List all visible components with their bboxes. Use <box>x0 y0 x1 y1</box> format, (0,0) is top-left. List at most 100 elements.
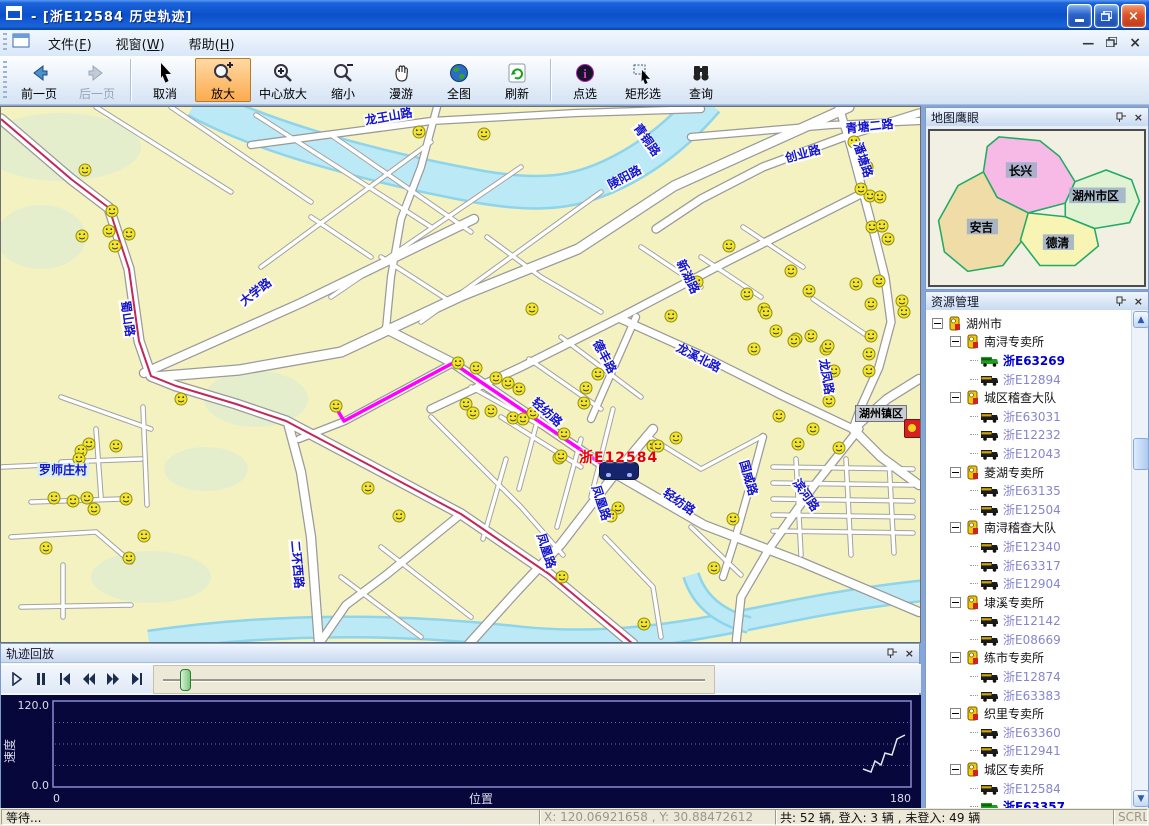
map-marker[interactable] <box>822 340 834 352</box>
tree-vehicle-浙E63357[interactable]: 浙E63357 <box>926 797 1132 808</box>
map-marker[interactable] <box>882 233 894 245</box>
map-marker[interactable] <box>79 164 91 176</box>
map-marker[interactable] <box>413 126 425 138</box>
map-marker[interactable] <box>805 330 817 342</box>
map-marker[interactable] <box>106 205 118 217</box>
tree-vehicle-浙E63360[interactable]: 浙E63360 <box>926 723 1132 742</box>
map-marker[interactable] <box>876 220 888 232</box>
map-marker[interactable] <box>855 183 867 195</box>
map-marker[interactable] <box>823 395 835 407</box>
map-marker[interactable] <box>760 307 772 319</box>
map-marker[interactable] <box>863 365 875 377</box>
minimize-button[interactable] <box>1067 4 1092 28</box>
tree-vehicle-浙E12340[interactable]: 浙E12340 <box>926 537 1132 556</box>
tree-group-城区稽查大队[interactable]: 城区稽查大队 <box>926 388 1132 407</box>
map-marker[interactable] <box>120 493 132 505</box>
map-marker[interactable] <box>638 618 650 630</box>
toolbar-button-arrow-left[interactable]: 前一页 <box>11 58 67 102</box>
tree-vehicle-浙E63383[interactable]: 浙E63383 <box>926 686 1132 705</box>
expand-icon[interactable] <box>950 467 961 478</box>
tree-vehicle-浙E08669[interactable]: 浙E08669 <box>926 630 1132 649</box>
playback-fast-forward-button[interactable] <box>102 666 124 691</box>
map-marker[interactable] <box>393 510 405 522</box>
tree-vehicle-浙E12142[interactable]: 浙E12142 <box>926 612 1132 631</box>
map-marker[interactable] <box>138 530 150 542</box>
close-icon[interactable]: × <box>1134 112 1143 123</box>
restore-button[interactable] <box>1094 4 1119 28</box>
map-marker[interactable] <box>792 438 804 450</box>
mdi-minimize-icon[interactable]: — <box>1082 36 1094 50</box>
map-marker[interactable] <box>470 362 482 374</box>
tree-scrollbar[interactable]: ▲ ▼ <box>1131 310 1148 808</box>
menu-item-f[interactable]: 文件(F) <box>36 31 104 56</box>
tree-vehicle-浙E63135[interactable]: 浙E63135 <box>926 481 1132 500</box>
map-marker[interactable] <box>330 400 342 412</box>
playback-skip-start-button[interactable] <box>54 666 76 691</box>
scroll-down-button[interactable]: ▼ <box>1133 790 1149 807</box>
pin-icon[interactable] <box>1116 111 1127 124</box>
map-marker[interactable] <box>580 382 592 394</box>
map-marker[interactable] <box>478 128 490 140</box>
map-marker[interactable] <box>88 503 100 515</box>
map-marker[interactable] <box>865 330 877 342</box>
tree-vehicle-浙E12232[interactable]: 浙E12232 <box>926 426 1132 445</box>
map-marker[interactable] <box>556 571 568 583</box>
tree-vehicle-浙E12043[interactable]: 浙E12043 <box>926 444 1132 463</box>
toolbar-grip[interactable] <box>3 61 7 99</box>
playback-slider[interactable] <box>153 665 715 694</box>
menu-item-h[interactable]: 帮助(H) <box>177 31 247 56</box>
tree-root[interactable]: 湖州市 <box>926 314 1132 333</box>
toolbar-button-center-zoom[interactable]: 中心放大 <box>253 58 313 102</box>
mdi-close-icon[interactable]: × <box>1129 35 1141 51</box>
toolbar-button-pan-hand[interactable]: 漫游 <box>373 58 429 102</box>
map-marker[interactable] <box>109 240 121 252</box>
expand-icon[interactable] <box>932 318 943 329</box>
tree-vehicle-浙E63269[interactable]: 浙E63269 <box>926 351 1132 370</box>
map-marker[interactable] <box>788 335 800 347</box>
map-marker[interactable] <box>40 542 52 554</box>
pin-icon[interactable] <box>887 647 898 660</box>
map-canvas[interactable]: 龙王山路青铜路陵阳路创业路青塘二路潘塘路新湖路德丰路龙溪北路大学路蜀山路轻纺路轻… <box>0 106 921 643</box>
map-marker[interactable] <box>865 298 877 310</box>
map-marker[interactable] <box>863 348 875 360</box>
expand-icon[interactable] <box>950 652 961 663</box>
tree-group-织里专卖所[interactable]: 织里专卖所 <box>926 704 1132 723</box>
map-marker[interactable] <box>81 492 93 504</box>
map-marker[interactable] <box>727 513 739 525</box>
tree-vehicle-浙E63031[interactable]: 浙E63031 <box>926 407 1132 426</box>
map-marker[interactable] <box>670 432 682 444</box>
map-marker[interactable] <box>103 225 115 237</box>
map-marker[interactable] <box>770 325 782 337</box>
tree-vehicle-浙E12941[interactable]: 浙E12941 <box>926 742 1132 761</box>
map-marker[interactable] <box>123 552 135 564</box>
expand-icon[interactable] <box>950 764 961 775</box>
mdi-child-icon[interactable] <box>12 33 30 53</box>
expand-icon[interactable] <box>950 597 961 608</box>
expand-icon[interactable] <box>950 708 961 719</box>
map-marker[interactable] <box>748 343 760 355</box>
map-marker[interactable] <box>833 442 845 454</box>
map-marker[interactable] <box>741 288 753 300</box>
map-marker[interactable] <box>558 428 570 440</box>
overview-map[interactable]: 长兴湖州市区安吉德清 <box>926 126 1148 289</box>
playback-skip-end-button[interactable] <box>126 666 148 691</box>
toolbar-button-binoculars[interactable]: 查询 <box>673 58 729 102</box>
tree-vehicle-浙E63317[interactable]: 浙E63317 <box>926 556 1132 575</box>
close-button[interactable]: × <box>1121 4 1146 28</box>
toolbar-button-globe[interactable]: 全图 <box>431 58 487 102</box>
toolbar-button-rect-select[interactable]: 矩形选 <box>615 58 671 102</box>
map-marker[interactable] <box>665 310 677 322</box>
tree-group-菱湖专卖所[interactable]: 菱湖专卖所 <box>926 463 1132 482</box>
slider-thumb[interactable] <box>180 669 191 691</box>
toolbar-button-info-point[interactable]: i点选 <box>557 58 613 102</box>
toolbar-button-cursor[interactable]: 取消 <box>137 58 193 102</box>
tree-group-练市专卖所[interactable]: 练市专卖所 <box>926 649 1132 668</box>
map-marker[interactable] <box>898 306 910 318</box>
map-marker[interactable] <box>362 482 374 494</box>
map-marker[interactable] <box>67 495 79 507</box>
tree-group-埭溪专卖所[interactable]: 埭溪专卖所 <box>926 593 1132 612</box>
tree-group-城区专卖所[interactable]: 城区专卖所 <box>926 760 1132 779</box>
map-marker[interactable] <box>803 285 815 297</box>
map-marker[interactable] <box>807 423 819 435</box>
map-marker[interactable] <box>708 562 720 574</box>
